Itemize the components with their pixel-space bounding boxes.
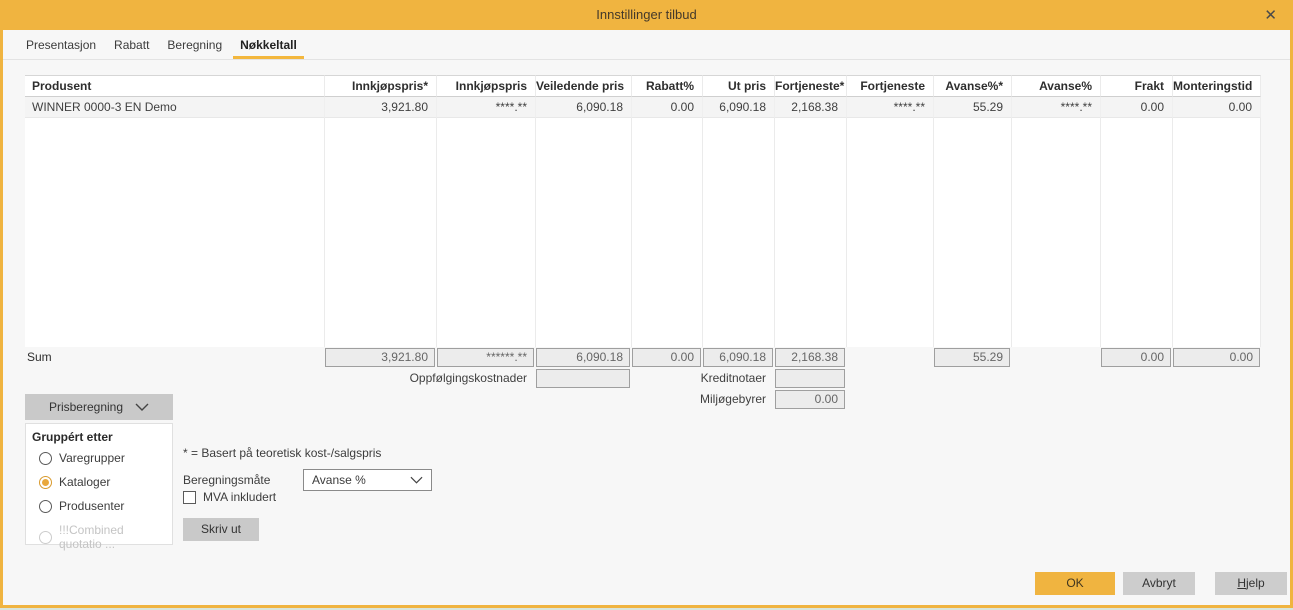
beregningsmate-value: Avanse % [312,473,366,487]
radio-produsenter[interactable]: Produsenter [39,499,166,513]
title-bar: Innstillinger tilbud ✕ [3,0,1290,30]
radio-combined-quotation: !!!Combined quotatio ... [39,523,166,551]
oppfolgingskostnader-field [536,369,630,388]
sum-ut-pris-field: 6,090.18 [703,348,773,367]
radio-icon [39,452,52,465]
table-header-row: Produsent Innkjøpspris* Innkjøpspris Vei… [25,75,1261,97]
sum-innkjopspris-field: ******.** [437,348,534,367]
sum-label: Sum [25,347,324,368]
sum-frakt-field: 0.00 [1101,348,1171,367]
column-header-rabatt: Rabatt% [631,75,702,97]
table-empty-area [25,118,1261,347]
radio-label: Kataloger [59,475,110,489]
sum-fortjeneste-star-field: 2,168.38 [775,348,845,367]
tab-bar: Presentasjon Rabatt Beregning Nøkkeltall [3,30,1290,60]
dialog-title: Innstillinger tilbud [3,7,1290,22]
prisberegning-expander[interactable]: Prisberegning [25,394,173,420]
skriv-ut-button[interactable]: Skriv ut [183,518,259,541]
sum-avanse-star-field: 55.29 [934,348,1010,367]
column-header-produsent: Produsent [25,75,324,97]
oppfolgingskostnader-label: Oppfølgingskostnader [324,368,535,389]
column-header-avanse-star: Avanse%* [933,75,1011,97]
beregningsmate-label: Beregningsmåte [183,473,270,487]
mva-label: MVA inkludert [203,490,276,504]
cancel-button[interactable]: Avbryt [1123,572,1195,595]
prisberegning-label: Prisberegning [49,400,123,414]
column-header-innkjopspris: Innkjøpspris [436,75,535,97]
sum-veiledende-pris-field: 6,090.18 [536,348,630,367]
ok-button[interactable]: OK [1035,572,1115,595]
cell-monteringstid: 0.00 [1172,97,1261,118]
beregningsmate-select[interactable]: Avanse % [303,469,432,491]
cell-innkjopspris-star: 3,921.80 [324,97,436,118]
column-header-fortjeneste: Fortjeneste [846,75,933,97]
chevron-down-icon [135,400,149,414]
column-header-ut-pris: Ut pris [702,75,774,97]
cell-avanse: ****.** [1011,97,1100,118]
cell-avanse-star: 55.29 [933,97,1011,118]
mva-inkludert-checkbox[interactable]: MVA inkludert [183,490,276,504]
radio-disabled-icon [39,531,52,544]
radio-label: Produsenter [59,499,124,513]
table-row[interactable]: WINNER 0000-3 EN Demo 3,921.80 ****.** 6… [25,97,1261,118]
adjustment-row-1: Oppfølgingskostnader Kreditnotaer [25,368,1261,389]
kreditnotaer-label: Kreditnotaer [631,368,774,389]
gruppert-etter-panel: Gruppért etter Varegrupper Kataloger Pro… [25,423,173,545]
column-header-fortjeneste-star: Fortjeneste* [774,75,846,97]
cell-rabatt: 0.00 [631,97,702,118]
column-header-avanse: Avanse% [1011,75,1100,97]
cell-ut-pris: 6,090.18 [702,97,774,118]
adjustment-row-2: Miljøgebyrer 0.00 [25,389,1261,410]
help-button[interactable]: Hjelp [1215,572,1287,595]
help-button-label: Hjelp [1215,572,1287,595]
screen: Innstillinger tilbud ✕ Presentasjon Raba… [0,0,1293,610]
tab-rabatt[interactable]: Rabatt [107,32,156,59]
sum-innkjopspris-star-field: 3,921.80 [325,348,435,367]
checkbox-unchecked-icon [183,491,196,504]
radio-icon [39,500,52,513]
column-header-monteringstid: Monteringstid [1172,75,1261,97]
cell-innkjopspris: ****.** [436,97,535,118]
sum-rabatt-field: 0.00 [632,348,701,367]
radio-label: Varegrupper [59,451,125,465]
column-header-innkjopspris-star: Innkjøpspris* [324,75,436,97]
miljogebyrer-field: 0.00 [775,390,845,409]
cell-produsent: WINNER 0000-3 EN Demo [25,97,324,118]
theoretical-price-note: * = Basert på teoretisk kost-/salgspris [183,446,381,460]
sum-row: Sum 3,921.80 ******.** 6,090.18 0.00 6,0… [25,347,1261,368]
close-icon[interactable]: ✕ [1264,6,1277,24]
column-header-frakt: Frakt [1100,75,1172,97]
radio-selected-icon [39,476,52,489]
chevron-down-icon [410,473,423,487]
tab-presentasjon[interactable]: Presentasjon [19,32,103,59]
kreditnotaer-field [775,369,845,388]
dialog-innstillinger-tilbud: Innstillinger tilbud ✕ Presentasjon Raba… [0,0,1293,608]
cell-fortjeneste: ****.** [846,97,933,118]
cell-veiledende-pris: 6,090.18 [535,97,631,118]
cell-fortjeneste-star: 2,168.38 [774,97,846,118]
radio-label: !!!Combined quotatio ... [59,523,166,551]
miljogebyrer-label: Miljøgebyrer [631,389,774,410]
radio-kataloger[interactable]: Kataloger [39,475,166,489]
gruppert-etter-title: Gruppért etter [32,430,166,444]
sum-monteringstid-field: 0.00 [1173,348,1260,367]
tab-beregning[interactable]: Beregning [160,32,229,59]
cell-frakt: 0.00 [1100,97,1172,118]
column-header-veiledende-pris: Veiledende pris [535,75,631,97]
radio-varegrupper[interactable]: Varegrupper [39,451,166,465]
tab-nokkeltall[interactable]: Nøkkeltall [233,32,304,59]
key-figures-table: Produsent Innkjøpspris* Innkjøpspris Vei… [25,75,1261,410]
